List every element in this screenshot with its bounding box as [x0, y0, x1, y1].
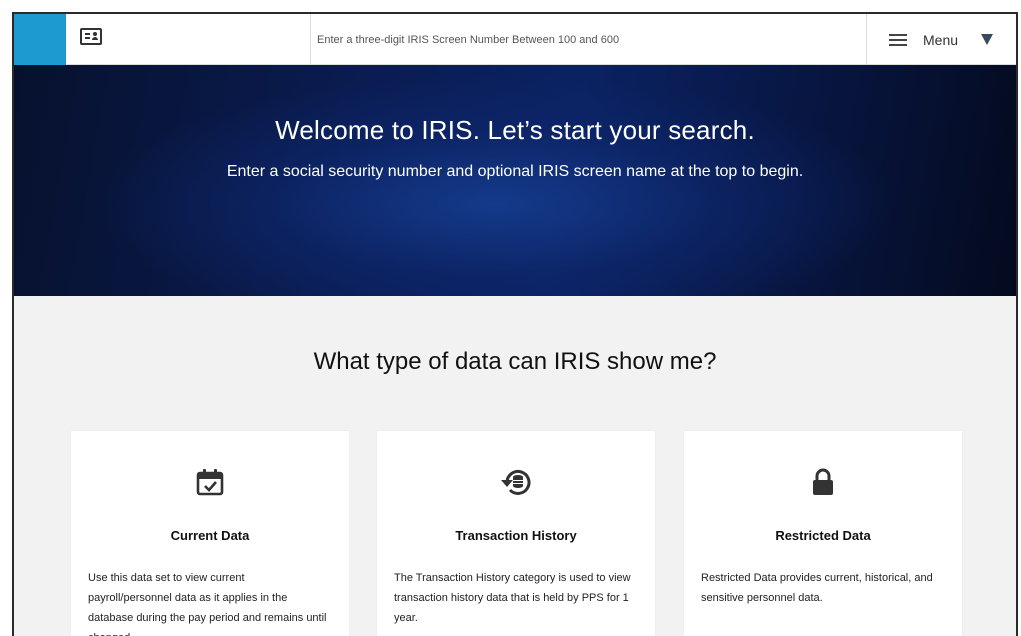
section-title: What type of data can IRIS show me?: [313, 348, 717, 375]
lock-icon: [810, 467, 836, 502]
brand-tab[interactable]: [14, 14, 66, 65]
card-description: Restricted Data provides current, histor…: [701, 572, 933, 604]
card-transaction-history[interactable]: Transaction History The Transaction Hist…: [377, 431, 655, 636]
hero-banner: Welcome to IRIS. Let’s start your search…: [14, 65, 1016, 296]
hero-subtitle: Enter a social security number and optio…: [226, 163, 804, 180]
menu-button[interactable]: Menu: [866, 14, 1016, 65]
id-card-icon[interactable]: [80, 28, 102, 45]
top-bar: Menu: [14, 14, 1016, 65]
card-description: The Transaction History category is used…: [394, 572, 631, 624]
card-title: Current Data: [170, 528, 250, 543]
card-title: Restricted Data: [775, 528, 871, 543]
card-title: Transaction History: [455, 528, 577, 543]
card-current-data[interactable]: Current Data Use this data set to view c…: [71, 431, 349, 636]
caret-down-icon: [981, 34, 994, 45]
card-restricted-data[interactable]: Restricted Data Restricted Data provides…: [684, 431, 962, 636]
calendar-check-icon: [195, 467, 225, 502]
hamburger-icon: [889, 33, 907, 46]
app-frame: Menu Welcome to IRIS. Let’s start your s…: [12, 12, 1018, 636]
menu-label: Menu: [923, 31, 959, 48]
history-database-icon: [499, 467, 533, 502]
hero-title: Welcome to IRIS. Let’s start your search…: [275, 115, 755, 145]
screen-number-input[interactable]: [312, 14, 866, 65]
card-description: Use this data set to view current payrol…: [88, 572, 327, 636]
ssn-lookup-area[interactable]: [66, 14, 311, 65]
